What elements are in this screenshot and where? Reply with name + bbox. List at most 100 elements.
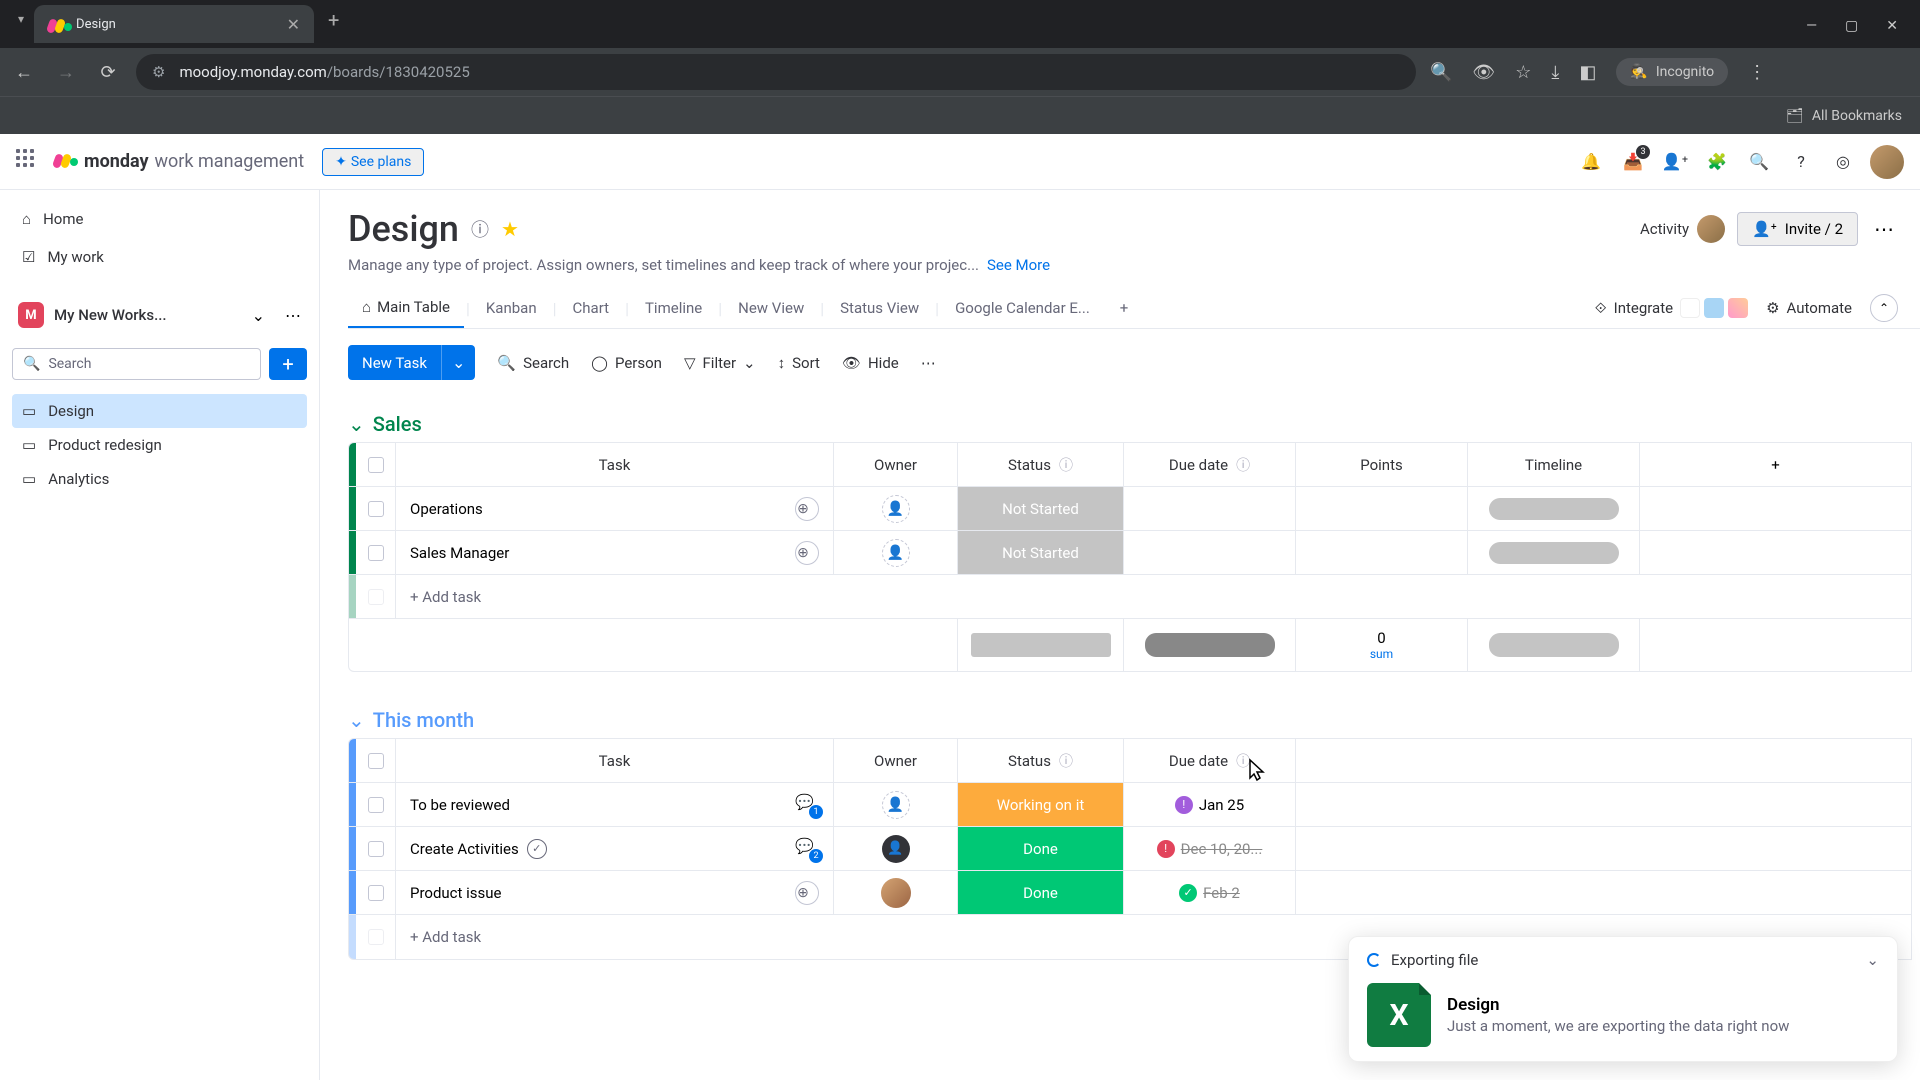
filter-button[interactable]: ▽Filter⌄ xyxy=(684,354,756,372)
date-cell[interactable]: ✓Feb 2 xyxy=(1124,871,1296,914)
activity-button[interactable]: Activity xyxy=(1640,215,1725,243)
table-row[interactable]: Operations⊕ 👤 Not Started xyxy=(349,487,1911,531)
task-name[interactable]: Create Activities xyxy=(410,840,519,858)
board-info-icon[interactable]: ⓘ xyxy=(471,216,489,242)
downloads-icon[interactable]: ⤓ xyxy=(1551,62,1559,83)
col-due[interactable]: Due dateⓘ xyxy=(1124,739,1296,782)
col-owner[interactable]: Owner xyxy=(834,739,958,782)
col-status[interactable]: Statusⓘ xyxy=(958,443,1124,486)
bookmark-star-icon[interactable]: ☆ xyxy=(1515,62,1531,83)
person-filter-button[interactable]: ◯Person xyxy=(591,354,662,372)
new-task-button[interactable]: New Task⌄ xyxy=(348,345,475,380)
app-switcher-icon[interactable] xyxy=(16,149,42,175)
col-timeline[interactable]: Timeline xyxy=(1468,443,1640,486)
forward-button[interactable]: → xyxy=(52,62,80,83)
points-cell[interactable] xyxy=(1296,531,1468,574)
expand-item-icon[interactable]: ⊕ xyxy=(795,541,819,565)
expand-item-icon[interactable]: ⊕ xyxy=(795,881,819,905)
sidepanel-icon[interactable]: ◧ xyxy=(1579,62,1596,83)
add-view-button[interactable]: + xyxy=(1106,289,1143,327)
chevron-down-icon[interactable]: ⌄ xyxy=(1866,951,1879,969)
zoom-icon[interactable]: 🔍 xyxy=(1430,62,1452,83)
owner-empty-icon[interactable]: 👤 xyxy=(882,539,910,567)
date-cell[interactable]: !Dec 10, 20... xyxy=(1124,827,1296,870)
apps-icon[interactable]: 🧩 xyxy=(1702,147,1732,177)
address-bar[interactable]: ⚙ moodjoy.monday.com/boards/1830420525 xyxy=(136,54,1416,90)
invite-members-icon[interactable]: 👤⁺ xyxy=(1660,147,1690,177)
group-header-thismonth[interactable]: ⌄This month xyxy=(348,702,1920,738)
reload-button[interactable]: ⟳ xyxy=(94,62,122,83)
col-task[interactable]: Task xyxy=(396,739,834,782)
view-tab-newview[interactable]: New View xyxy=(724,289,818,327)
row-checkbox[interactable] xyxy=(368,545,384,561)
col-due[interactable]: Due dateⓘ xyxy=(1124,443,1296,486)
workspace-selector[interactable]: M My New Works... ⌄ ⋯ xyxy=(12,292,307,338)
sidebar-home[interactable]: ⌂Home xyxy=(12,202,307,236)
add-column-button[interactable]: + xyxy=(1640,443,1911,486)
window-maximize-icon[interactable]: ▢ xyxy=(1845,18,1858,34)
workspace-menu-icon[interactable]: ⋯ xyxy=(285,306,301,325)
chat-icon[interactable]: 💬2 xyxy=(795,837,819,861)
sidebar-board-design[interactable]: ▭Design xyxy=(12,394,307,428)
select-all-checkbox[interactable] xyxy=(368,753,384,769)
row-checkbox[interactable] xyxy=(368,797,384,813)
board-title[interactable]: Design xyxy=(348,208,459,250)
col-owner[interactable]: Owner xyxy=(834,443,958,486)
status-cell[interactable]: Done xyxy=(958,827,1124,870)
task-name[interactable]: Operations xyxy=(410,500,483,518)
task-name[interactable]: Sales Manager xyxy=(410,544,509,562)
browser-menu-icon[interactable]: ⋮ xyxy=(1748,62,1766,83)
search-button[interactable]: 🔍Search xyxy=(497,354,569,372)
view-tab-statusview[interactable]: Status View xyxy=(826,289,933,327)
toolbar-more-icon[interactable]: ⋯ xyxy=(921,354,936,372)
products-icon[interactable]: ◎ xyxy=(1828,147,1858,177)
all-bookmarks-link[interactable]: All Bookmarks xyxy=(1812,108,1902,124)
col-status[interactable]: Statusⓘ xyxy=(958,739,1124,782)
owner-empty-icon[interactable]: 👤 xyxy=(882,791,910,819)
sidebar-board-redesign[interactable]: ▭Product redesign xyxy=(12,428,307,462)
task-name[interactable]: To be reviewed xyxy=(410,796,510,814)
add-task-row[interactable]: + Add task xyxy=(349,575,1911,619)
sidebar-board-analytics[interactable]: ▭Analytics xyxy=(12,462,307,496)
view-tab-chart[interactable]: Chart xyxy=(559,289,624,327)
user-avatar[interactable] xyxy=(1870,145,1904,179)
row-checkbox[interactable] xyxy=(368,885,384,901)
integrate-button[interactable]: ⟐Integrate xyxy=(1595,298,1748,318)
points-cell[interactable] xyxy=(1296,487,1468,530)
expand-item-icon[interactable]: ⊕ xyxy=(795,497,819,521)
monday-logo[interactable]: monday work management xyxy=(54,150,304,174)
subitems-done-icon[interactable]: ✓ xyxy=(527,839,547,859)
group-header-sales[interactable]: ⌄Sales xyxy=(348,406,1920,442)
col-points[interactable]: Points xyxy=(1296,443,1468,486)
add-board-button[interactable]: + xyxy=(269,348,307,380)
timeline-cell[interactable] xyxy=(1468,531,1640,574)
date-cell[interactable]: !Jan 25 xyxy=(1124,783,1296,826)
chevron-down-icon[interactable]: ⌄ xyxy=(441,345,475,380)
incognito-indicator[interactable]: 🕵 Incognito xyxy=(1616,58,1728,86)
see-more-link[interactable]: See More xyxy=(987,256,1050,274)
view-tab-gcal[interactable]: Google Calendar E... xyxy=(941,289,1104,327)
status-cell[interactable]: Working on it xyxy=(958,783,1124,826)
view-tab-kanban[interactable]: Kanban xyxy=(472,289,551,327)
invite-button[interactable]: 👤⁺Invite / 2 xyxy=(1737,212,1858,246)
date-cell[interactable] xyxy=(1124,531,1296,574)
select-all-checkbox[interactable] xyxy=(368,457,384,473)
help-icon[interactable]: ? xyxy=(1786,147,1816,177)
date-cell[interactable] xyxy=(1124,487,1296,530)
status-cell[interactable]: Not Started xyxy=(958,531,1124,574)
see-plans-button[interactable]: ✦ See plans xyxy=(322,148,424,176)
close-tab-icon[interactable]: ✕ xyxy=(287,15,300,34)
table-row[interactable]: Product issue⊕ Done ✓Feb 2 xyxy=(349,871,1911,915)
owner-avatar[interactable] xyxy=(881,878,911,908)
hide-button[interactable]: 👁Hide xyxy=(842,354,899,372)
owner-empty-icon[interactable]: 👤 xyxy=(882,495,910,523)
back-button[interactable]: ← xyxy=(10,62,38,83)
table-row[interactable]: Create Activities✓💬2 👤 Done !Dec 10, 20.… xyxy=(349,827,1911,871)
table-row[interactable]: To be reviewed 💬1 👤 Working on it !Jan 25 xyxy=(349,783,1911,827)
chat-icon[interactable]: 💬1 xyxy=(795,793,819,817)
board-menu-icon[interactable]: ⋯ xyxy=(1870,217,1898,241)
search-everything-icon[interactable]: 🔍 xyxy=(1744,147,1774,177)
col-task[interactable]: Task xyxy=(396,443,834,486)
automate-button[interactable]: ⚙Automate xyxy=(1766,299,1852,317)
sidebar-search-input[interactable]: 🔍Search xyxy=(12,348,261,380)
